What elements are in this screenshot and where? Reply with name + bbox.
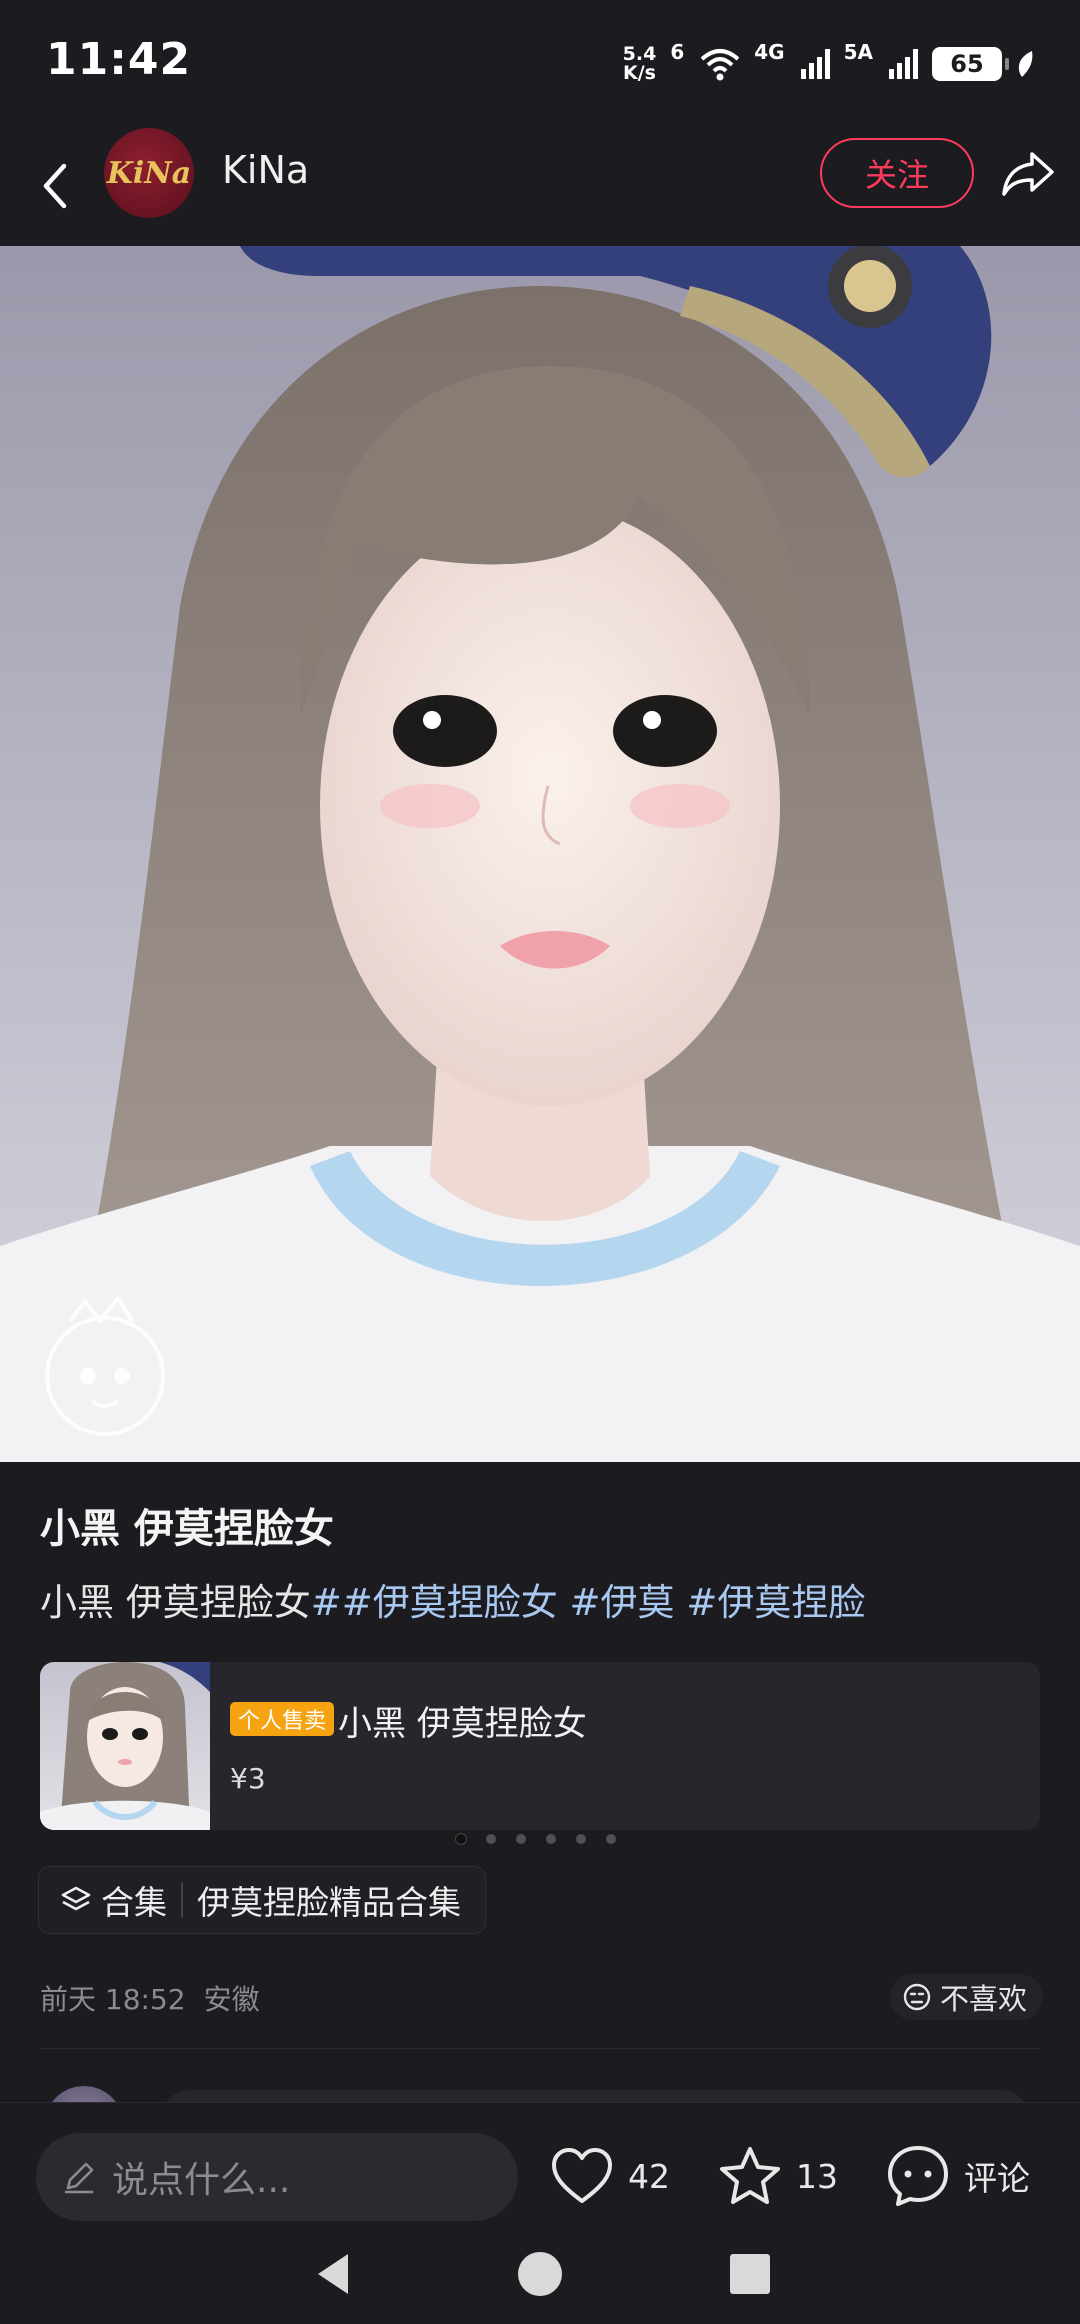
- favorite-button[interactable]: 13: [718, 2141, 838, 2211]
- battery-icon: 65: [932, 47, 1009, 81]
- carousel-dot-active: [456, 1834, 466, 1844]
- personal-sale-badge: 个人售卖: [230, 1702, 335, 1736]
- back-button[interactable]: [30, 146, 80, 226]
- product-name: 小黑 伊莫捏脸女: [338, 1704, 587, 1744]
- dislike-label: 不喜欢: [940, 1982, 1028, 2016]
- share-icon: [1002, 152, 1054, 196]
- collection-divider: [181, 1883, 183, 1917]
- post-image[interactable]: [0, 246, 1080, 1462]
- signal1-label: 4G: [754, 40, 785, 64]
- carousel-dot: [486, 1834, 496, 1844]
- wifi-icon: [700, 49, 740, 81]
- section-divider: [40, 2048, 1040, 2049]
- share-button[interactable]: [998, 144, 1058, 204]
- nav-recents-icon[interactable]: [726, 2250, 774, 2298]
- status-time: 11:42: [46, 34, 192, 85]
- bottom-action-bar: 说点什么... 42 13 评论: [0, 2102, 1080, 2222]
- wifi-label: 6: [670, 40, 685, 64]
- collection-name: 伊莫捏脸精品合集: [197, 1883, 461, 1922]
- author-name[interactable]: KiNa: [222, 148, 309, 192]
- like-button[interactable]: 42: [550, 2141, 670, 2211]
- collection-label: 合集: [101, 1883, 167, 1922]
- post-header: KiNa KiNa 关注: [0, 126, 1080, 246]
- favorite-count: 13: [796, 2156, 838, 2196]
- pencil-icon: [64, 2162, 94, 2194]
- heart-icon: [552, 2148, 612, 2203]
- net-speed: 5.4 K/s: [622, 43, 657, 84]
- post-meta: 前天 18:52 安徽: [40, 1978, 260, 2018]
- carousel-dot: [606, 1834, 616, 1844]
- carousel-indicator: [456, 1834, 616, 1844]
- signal-icon: [800, 49, 830, 79]
- signal2-label: 5A: [843, 40, 873, 64]
- avatar-logo-text: KiNa: [106, 155, 192, 191]
- product-card[interactable]: 个人售卖 小黑 伊莫捏脸女 ¥3: [40, 1662, 1040, 1830]
- signal-icon: [889, 49, 918, 79]
- dislike-button[interactable]: 不喜欢: [890, 1974, 1044, 2020]
- post-time: 前天 18:52: [40, 1983, 186, 2016]
- comment-icon: [888, 2146, 948, 2206]
- leaf-icon: [1018, 51, 1033, 77]
- nav-back-icon[interactable]: [310, 2250, 358, 2298]
- carousel-dot: [516, 1834, 526, 1844]
- description-text: 小黑 伊莫捏脸女: [40, 1581, 311, 1624]
- status-icons: 5.4 K/s 6 4G 5A 65: [623, 40, 1036, 88]
- post-location: 安徽: [203, 1983, 260, 2016]
- nav-home-icon[interactable]: [516, 2250, 564, 2298]
- product-thumbnail: [40, 1662, 210, 1830]
- comment-label: 评论: [964, 2159, 1030, 2198]
- system-nav-bar: [0, 2222, 1080, 2324]
- character-illustration: [0, 246, 1080, 1462]
- like-count: 42: [628, 2156, 670, 2196]
- post-description: 小黑 伊莫捏脸女##伊莫捏脸女 #伊莫 #伊莫捏脸: [40, 1572, 865, 1626]
- star-icon: [720, 2147, 780, 2204]
- comment-placeholder: 说点什么...: [112, 2160, 291, 2201]
- collection-chip[interactable]: 合集 伊莫捏脸精品合集: [38, 1866, 486, 1934]
- author-avatar[interactable]: KiNa: [104, 128, 194, 218]
- layers-icon: [61, 1886, 91, 1911]
- back-icon: [43, 163, 67, 209]
- hashtag[interactable]: ##伊莫捏脸女: [311, 1581, 558, 1624]
- carousel-dot: [576, 1834, 586, 1844]
- dislike-face-icon: [903, 1983, 931, 2011]
- post-title: 小黑 伊莫捏脸女: [40, 1506, 334, 1552]
- product-price: ¥3: [230, 1762, 266, 1795]
- comment-input[interactable]: 说点什么...: [36, 2133, 518, 2221]
- comment-button[interactable]: 评论: [886, 2141, 1030, 2211]
- hashtag[interactable]: #伊莫捏脸: [686, 1581, 865, 1624]
- follow-button[interactable]: 关注: [820, 138, 974, 208]
- hashtag[interactable]: #伊莫: [570, 1581, 675, 1624]
- status-bar: 11:42 5.4 K/s 6 4G 5A 65: [0, 0, 1080, 126]
- carousel-dot: [546, 1834, 556, 1844]
